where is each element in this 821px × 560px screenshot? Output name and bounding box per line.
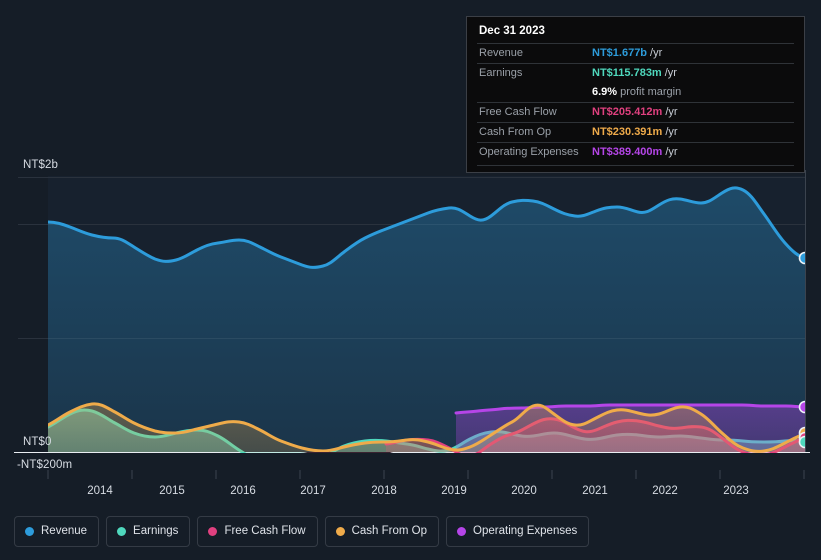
tooltip-value-free-cash-flow: NT$205.412m: [592, 106, 663, 118]
data-tooltip: Dec 31 2023 Revenue NT$1.677b /yr Earnin…: [466, 16, 805, 173]
legend-dot-cash-from-op-icon: [335, 527, 345, 536]
legend-item-revenue[interactable]: Revenue: [14, 516, 100, 547]
tooltip-row-cash-from-op: Cash From Op NT$230.391m /yr: [477, 122, 794, 142]
tooltip-row-operating-expenses: Operating Expenses NT$389.400m /yr: [477, 142, 794, 162]
tooltip-value-earnings: NT$115.783m: [592, 67, 662, 79]
earnings-negative-area: [300, 452, 394, 453]
legend-label-earnings: Earnings: [133, 525, 179, 537]
x-tick-2021: 2021: [582, 485, 608, 497]
y-axis-label-top: NT$2b: [23, 159, 59, 171]
tooltip-unit-free-cash-flow: /yr: [665, 106, 678, 118]
x-tick-2015: 2015: [159, 485, 185, 497]
tooltip-label-operating-expenses: Operating Expenses: [479, 146, 579, 158]
x-axis-ticks: [47, 470, 805, 479]
tooltip-label-revenue: Revenue: [479, 47, 524, 59]
legend-item-cash-from-op[interactable]: Cash From Op: [324, 516, 440, 547]
tooltip-value-revenue: NT$1.677b: [592, 47, 648, 59]
legend-dot-revenue-icon: [25, 527, 34, 536]
tooltip-label-earnings: Earnings: [479, 67, 523, 79]
tooltip-label-cash-from-op: Cash From Op: [479, 126, 552, 138]
tooltip-unit-cash-from-op: /yr: [665, 126, 678, 138]
tooltip-date: Dec 31 2023: [479, 25, 545, 37]
legend-label-operating-expenses: Operating Expenses: [473, 525, 578, 537]
legend-label-cash-from-op: Cash From Op: [351, 525, 428, 537]
tooltip-row-profit-margin: 6.9% profit margin: [477, 83, 794, 102]
tooltip-value-cash-from-op: NT$230.391m: [592, 126, 663, 138]
legend-item-earnings[interactable]: Earnings: [106, 516, 191, 547]
chart-legend: Revenue Earnings Free Cash Flow Cash Fro…: [14, 516, 590, 547]
tooltip-bottom-divider: [477, 165, 794, 166]
x-tick-2020: 2020: [511, 485, 537, 497]
tooltip-unit-earnings: /yr: [664, 67, 677, 79]
x-tick-2019: 2019: [441, 485, 467, 497]
tooltip-row-free-cash-flow: Free Cash Flow NT$205.412m /yr: [477, 102, 794, 122]
x-tick-2018: 2018: [371, 485, 397, 497]
tooltip-value-operating-expenses: NT$389.400m: [592, 146, 663, 158]
x-tick-2023: 2023: [723, 485, 749, 497]
legend-dot-free-cash-flow-icon: [208, 527, 218, 536]
x-tick-2014: 2014: [87, 485, 113, 497]
tooltip-unit-revenue: /yr: [650, 47, 663, 59]
tooltip-row-earnings: Earnings NT$115.783m /yr: [477, 63, 794, 83]
legend-item-free-cash-flow[interactable]: Free Cash Flow: [197, 516, 318, 547]
tooltip-sub-profit-margin: profit margin: [620, 86, 682, 98]
x-tick-2016: 2016: [230, 485, 256, 497]
legend-dot-operating-expenses-icon: [457, 527, 467, 536]
legend-item-operating-expenses[interactable]: Operating Expenses: [446, 516, 590, 547]
tooltip-row-revenue: Revenue NT$1.677b /yr: [477, 43, 794, 63]
tooltip-unit-operating-expenses: /yr: [665, 146, 678, 158]
chart-screenshot: NT$2b NT$0 -NT$200m 2014 2015 2016 2017 …: [0, 0, 821, 560]
x-tick-2017: 2017: [300, 485, 326, 497]
x-tick-2022: 2022: [652, 485, 678, 497]
legend-label-revenue: Revenue: [41, 525, 88, 537]
legend-dot-earnings-icon: [117, 527, 127, 536]
tooltip-value-profit-margin: 6.9%: [592, 86, 618, 98]
legend-label-free-cash-flow: Free Cash Flow: [224, 525, 306, 537]
tooltip-label-free-cash-flow: Free Cash Flow: [479, 106, 557, 118]
y-axis-label-zero: NT$0: [23, 436, 52, 448]
y-axis-label-negative: -NT$200m: [17, 459, 73, 471]
